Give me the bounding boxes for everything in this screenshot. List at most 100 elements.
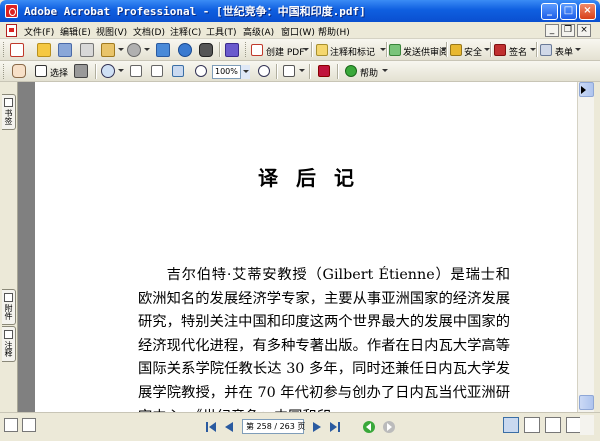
scroll-track[interactable] (579, 97, 594, 395)
sign-button[interactable]: 签名 (509, 45, 527, 58)
create-pdf-dropdown-icon[interactable] (303, 48, 309, 51)
form-icon[interactable] (540, 44, 552, 56)
comment-icon[interactable] (316, 44, 328, 56)
document-icon[interactable] (6, 24, 17, 37)
menu-advanced[interactable]: 高级(A) (243, 25, 274, 38)
window-title: Adobe Acrobat Professional - [世纪竞争：中国和印度… (24, 5, 366, 18)
toolbar-separator (386, 42, 387, 57)
create-pdf-button[interactable]: 创建 PDF (266, 45, 304, 58)
forms-button[interactable]: 表单 (555, 45, 573, 58)
resize-grip[interactable] (580, 415, 594, 435)
maximize-button[interactable]: □ (560, 3, 577, 20)
comment-markup-button[interactable]: 注释和标记 (330, 45, 375, 58)
send-review-button[interactable]: 发送供审阅 (403, 45, 448, 58)
toolbar-separator (446, 42, 447, 57)
single-page-layout-icon[interactable] (503, 417, 519, 433)
organizer-dropdown-icon[interactable] (118, 48, 124, 51)
doc-close-button[interactable]: × (577, 24, 591, 37)
next-page-icon[interactable] (310, 420, 324, 434)
go-forward-icon[interactable] (382, 420, 396, 434)
zoom-in-icon[interactable] (258, 65, 270, 77)
lock-icon[interactable] (450, 44, 462, 56)
toolbar-grip[interactable] (245, 42, 248, 57)
page-size-icon[interactable] (22, 418, 36, 432)
print-icon[interactable] (80, 43, 94, 57)
fit-width-icon[interactable] (172, 65, 184, 77)
document-view[interactable]: 译后记 吉尔伯特·艾蒂安教授（Gilbert Étienne）是瑞士和欧洲知名的… (18, 82, 577, 412)
tab-bookmarks[interactable]: 书签 (2, 94, 16, 130)
file-toolbar: 创建 PDF 注释和标记 发送供审阅 安全 签名 表单 (0, 39, 600, 61)
page-number-input[interactable]: 第 258 / 263 页 (242, 419, 305, 434)
vertical-scrollbar[interactable] (577, 82, 594, 412)
organizer-icon[interactable] (101, 43, 115, 57)
zoom-dropdown-icon[interactable] (118, 69, 124, 72)
rotate-view-icon[interactable] (283, 65, 295, 77)
snapshot-icon[interactable] (74, 64, 88, 78)
page-heading: 译后记 (258, 166, 372, 190)
forms-dropdown-icon[interactable] (575, 48, 581, 51)
rotate-dropdown-icon[interactable] (299, 69, 305, 72)
pdf-page[interactable]: 译后记 吉尔伯特·艾蒂安教授（Gilbert Étienne）是瑞士和欧洲知名的… (35, 82, 577, 412)
select-tool-button[interactable]: 选择 (50, 66, 68, 79)
minimize-button[interactable]: _ (541, 3, 558, 20)
menu-help[interactable]: 帮助(H) (318, 25, 350, 38)
hand-icon[interactable] (12, 64, 26, 78)
toolbar-separator (95, 64, 96, 79)
tab-comments[interactable]: 注释 (2, 326, 16, 362)
help-button[interactable]: 帮助 (360, 66, 378, 79)
paperclip-icon (4, 293, 13, 302)
menu-tools[interactable]: 工具(T) (206, 25, 237, 38)
select-text-icon[interactable] (35, 65, 47, 77)
globe-icon[interactable] (178, 43, 192, 57)
tab-attachments[interactable]: 附件 (2, 289, 16, 325)
stamp-icon[interactable] (225, 43, 239, 57)
toolbar-separator (276, 64, 277, 79)
search-icon[interactable] (199, 43, 213, 57)
yahoo-icon[interactable] (318, 65, 330, 77)
pen-icon[interactable] (494, 44, 506, 56)
create-pdf-task-icon[interactable] (251, 44, 263, 56)
menu-edit[interactable]: 编辑(E) (60, 25, 91, 38)
toolbar-separator (490, 42, 491, 57)
toolbar-separator (337, 64, 338, 79)
doc-minimize-button[interactable]: _ (545, 24, 559, 37)
zoom-out-icon[interactable] (195, 65, 207, 77)
tab-attachments-label: 附件 (4, 304, 13, 320)
zoom-select-dropdown[interactable] (240, 65, 250, 79)
open-folder-icon[interactable] (37, 43, 51, 57)
help-icon[interactable] (345, 65, 357, 77)
actual-size-icon[interactable] (130, 65, 142, 77)
zoom-icon[interactable] (101, 64, 115, 78)
previous-page-icon[interactable] (222, 420, 236, 434)
acrobat-app-icon[interactable] (5, 4, 18, 18)
attach-icon[interactable] (127, 43, 141, 57)
send-review-icon[interactable] (389, 44, 401, 56)
go-back-icon[interactable] (362, 420, 376, 434)
attach-dropdown-icon[interactable] (144, 48, 150, 51)
menu-file[interactable]: 文件(F) (24, 25, 54, 38)
menu-document[interactable]: 文档(D) (133, 25, 165, 38)
title-bar[interactable]: Adobe Acrobat Professional - [世纪竞争：中国和印度… (0, 0, 600, 22)
email-icon[interactable] (156, 43, 170, 57)
options-icon[interactable] (4, 418, 18, 432)
create-pdf-icon[interactable] (10, 43, 24, 57)
menu-comments[interactable]: 注释(C) (170, 25, 201, 38)
last-page-icon[interactable] (328, 420, 342, 434)
menu-window[interactable]: 窗口(W) (281, 25, 315, 38)
help-dropdown-icon[interactable] (382, 69, 388, 72)
save-icon[interactable] (58, 43, 72, 57)
toolbar-grip[interactable] (3, 42, 6, 57)
menu-view[interactable]: 视图(V) (96, 25, 127, 38)
acrobat-window: Adobe Acrobat Professional - [世纪竞争：中国和印度… (0, 0, 600, 441)
first-page-icon[interactable] (204, 420, 218, 434)
toolbar-grip[interactable] (3, 64, 6, 79)
secure-button[interactable]: 安全 (464, 45, 482, 58)
expand-pane-arrow-icon[interactable] (581, 86, 586, 94)
fit-page-icon[interactable] (151, 65, 163, 77)
continuous-layout-icon[interactable] (524, 417, 540, 433)
scroll-down-button[interactable] (579, 395, 594, 410)
doc-restore-button[interactable]: ❐ (561, 24, 575, 37)
facing-layout-icon[interactable] (545, 417, 561, 433)
close-button[interactable]: × (579, 3, 596, 20)
navigation-pane: 书签 附件 注释 (0, 82, 18, 412)
